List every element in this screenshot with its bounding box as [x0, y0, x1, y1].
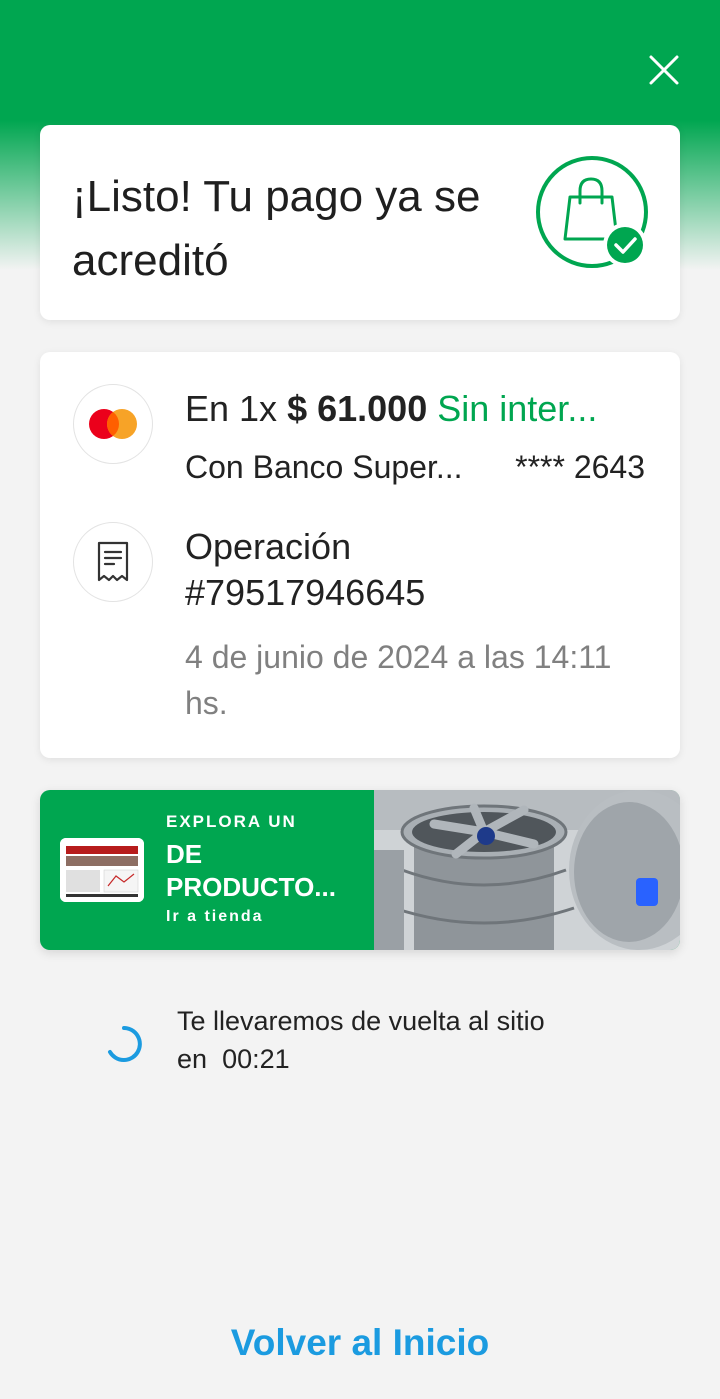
spinner-icon — [108, 1026, 142, 1062]
promo-product-image — [374, 790, 680, 950]
store-thumbnail — [60, 838, 144, 902]
redirect-text-line2: en 00:21 — [177, 1040, 657, 1078]
mastercard-icon-wrap — [73, 384, 153, 464]
redirect-text: Te llevaremos de vuelta al sitio en 00:2… — [177, 1002, 657, 1078]
interest-text: Sin inter... — [437, 388, 598, 429]
shopping-bag-check-icon — [536, 156, 648, 268]
success-title: ¡Listo! Tu pago ya se acreditó — [72, 172, 481, 285]
close-icon — [649, 55, 679, 85]
bank-name: Con Banco Super... — [185, 449, 463, 485]
payment-details-card: En 1x $ 61.000 Sin inter... Con Banco Su… — [40, 352, 680, 758]
redirect-text-line1: Te llevaremos de vuelta al sitio — [177, 1006, 545, 1036]
installments-text: En 1x — [185, 388, 278, 429]
back-to-home-link[interactable]: Volver al Inicio — [0, 1322, 720, 1364]
receipt-icon-wrap — [73, 522, 153, 602]
operation-date: 4 de junio de 2024 a las 14:11 hs. — [185, 639, 612, 721]
payment-amount-row: En 1x $ 61.000 Sin inter... — [185, 386, 645, 432]
operation-number: #79517946645 — [185, 572, 426, 613]
payment-amount: $ 61.000 — [287, 388, 428, 429]
card-last-digits: **** 2643 — [515, 449, 645, 485]
promo-link[interactable]: Ir a tienda — [166, 908, 264, 926]
operation-title: Operación #79517946645 — [185, 524, 645, 616]
redirect-countdown: 00:21 — [222, 1044, 290, 1074]
payment-bank-row: Con Banco Super... **** 2643 — [185, 446, 645, 488]
mastercard-icon — [89, 409, 137, 439]
receipt-icon — [97, 541, 129, 582]
promo-kicker: EXPLORA UN — [166, 812, 297, 831]
success-card: ¡Listo! Tu pago ya se acreditó — [40, 125, 680, 320]
redirect-prefix: en — [177, 1044, 208, 1074]
operation-label: Operación — [185, 526, 352, 567]
close-button[interactable] — [640, 46, 688, 94]
promo-title: DE PRODUCTO... — [166, 839, 336, 902]
store-promo-banner[interactable]: EXPLORA UN DE PRODUCTO... Ir a tienda — [40, 790, 680, 950]
